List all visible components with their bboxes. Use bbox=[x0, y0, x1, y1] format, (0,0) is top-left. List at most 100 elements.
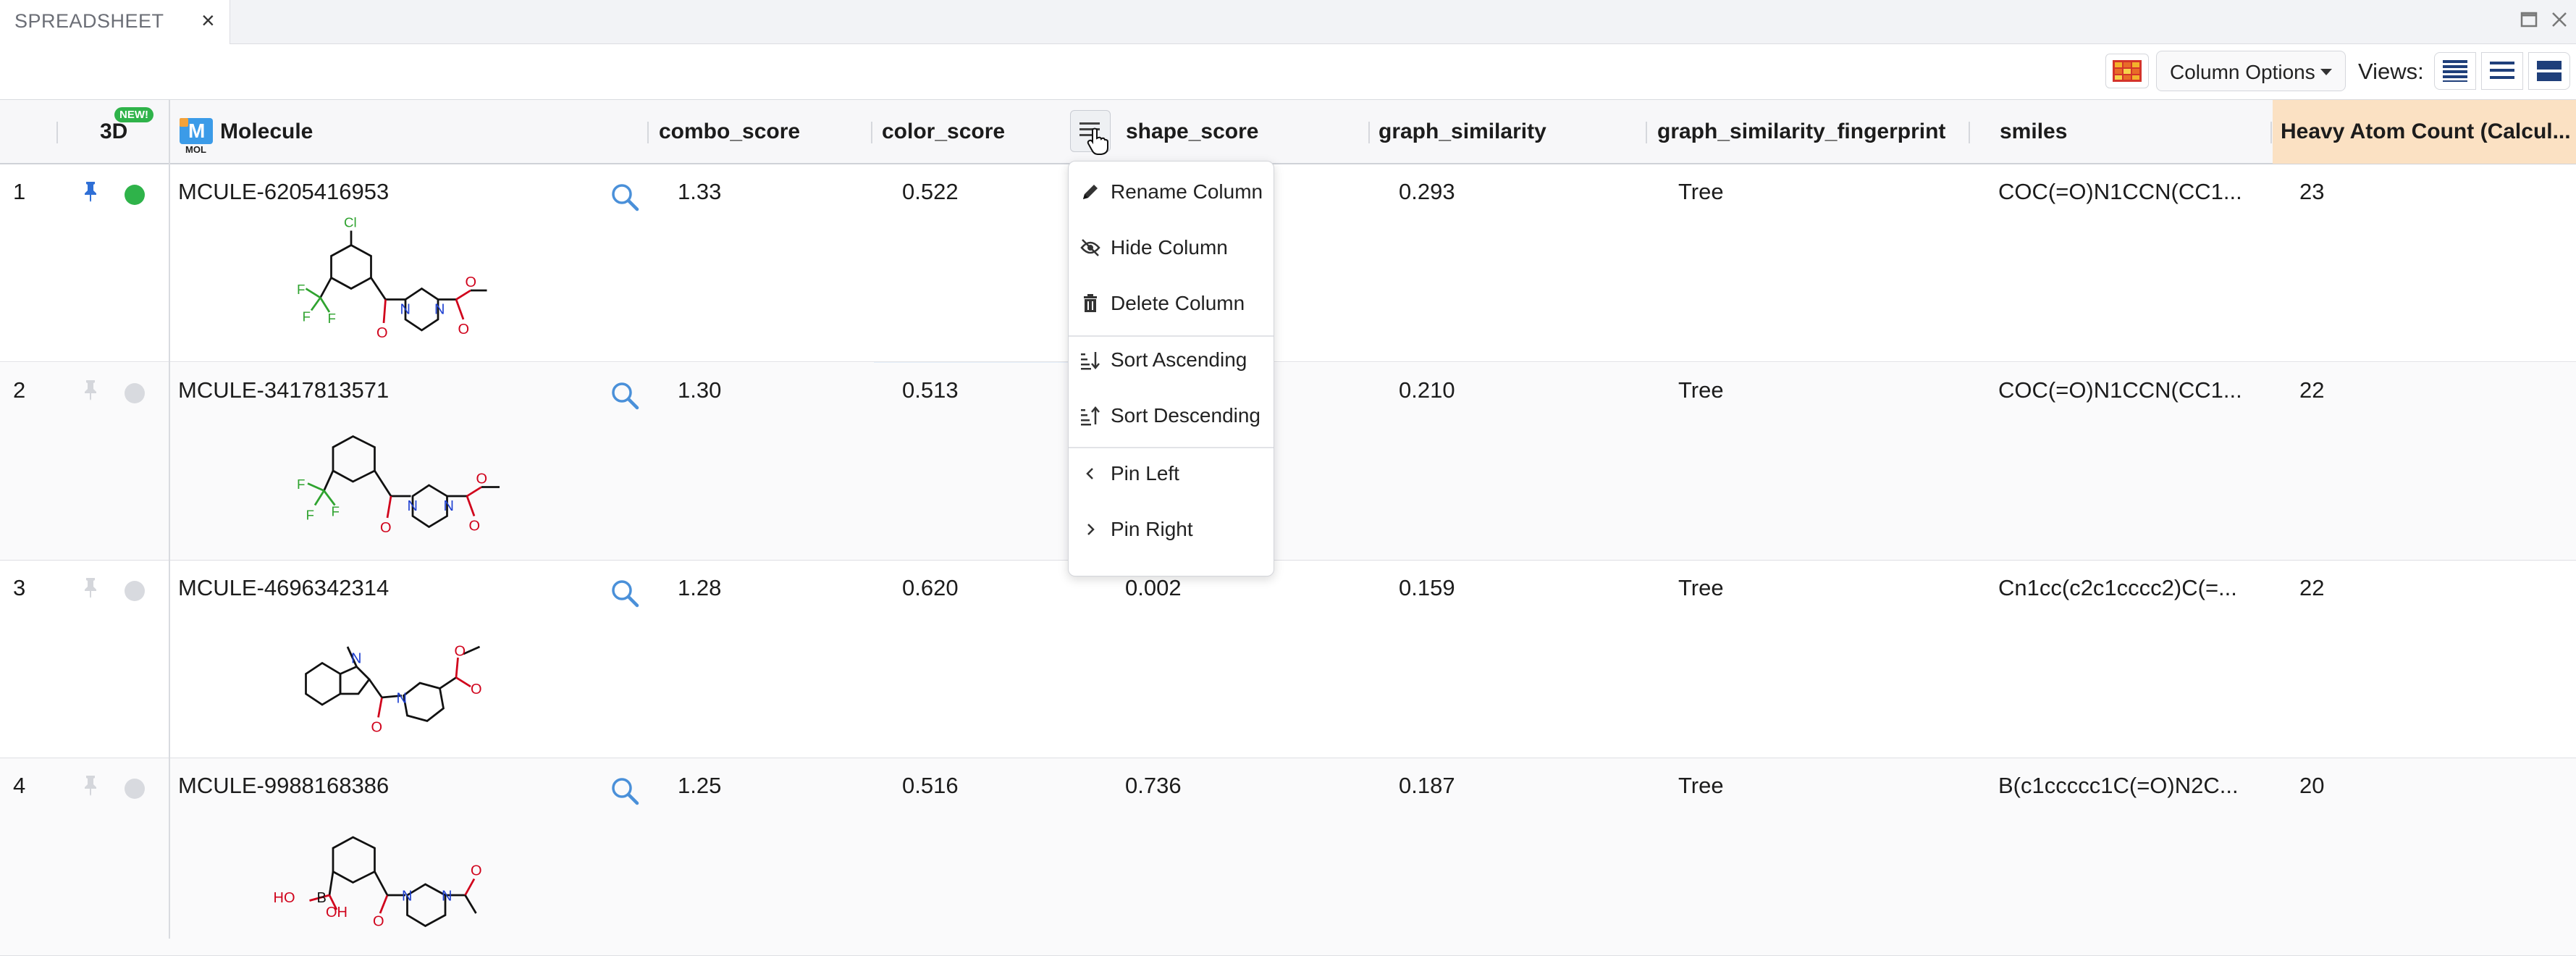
pin-icon[interactable] bbox=[81, 774, 100, 796]
fingerprint-cell[interactable]: Tree bbox=[1678, 773, 1724, 799]
svg-text:O: O bbox=[471, 682, 482, 697]
svg-text:Cl: Cl bbox=[344, 215, 357, 230]
combo-score-cell[interactable]: 1.30 bbox=[678, 377, 721, 403]
svg-text:N: N bbox=[442, 889, 452, 905]
heavy-atom-count-cell[interactable]: 20 bbox=[2299, 773, 2324, 799]
tab-label: SPREADSHEET bbox=[14, 10, 164, 32]
menu-item-rename-column[interactable]: Rename Column bbox=[1069, 167, 1274, 215]
heavy-atom-count-cell[interactable]: 22 bbox=[2299, 377, 2324, 403]
shape-score-cell[interactable]: 0.736 bbox=[1125, 773, 1182, 799]
combo-score-cell[interactable]: 1.33 bbox=[678, 179, 721, 205]
table-row[interactable]: 3 MCULE-4696342314 N O N O O 1.28 0.620 … bbox=[0, 561, 2576, 758]
header-graph-similarity[interactable]: graph_similarity bbox=[1379, 100, 1639, 164]
svg-text:N: N bbox=[351, 651, 361, 667]
maximize-icon[interactable] bbox=[2517, 7, 2541, 32]
svg-text:O: O bbox=[466, 274, 477, 290]
column-options-button[interactable]: Column Options bbox=[2156, 51, 2346, 91]
mol-badge-text: MOL bbox=[185, 144, 206, 155]
svg-text:F: F bbox=[297, 282, 305, 297]
table-row[interactable]: 4 MCULE-9988168386 HO B OH O N N O 1.25 … bbox=[0, 758, 2576, 956]
header-combo-score[interactable]: combo_score bbox=[659, 100, 869, 164]
smiles-cell[interactable]: COC(=O)N1CCN(CC1... bbox=[1998, 179, 2242, 205]
molecule-structure[interactable]: F F F O N N O O bbox=[268, 409, 507, 554]
svg-text:O: O bbox=[469, 519, 481, 534]
molecule-structure[interactable]: N O N O O bbox=[268, 607, 507, 752]
svg-text:O: O bbox=[471, 863, 482, 879]
smiles-cell[interactable]: COC(=O)N1CCN(CC1... bbox=[1998, 377, 2242, 403]
svg-text:N: N bbox=[408, 498, 418, 514]
pin-icon[interactable] bbox=[81, 379, 100, 401]
svg-text:O: O bbox=[380, 520, 392, 536]
search-icon[interactable] bbox=[610, 182, 640, 212]
fingerprint-cell[interactable]: Tree bbox=[1678, 377, 1724, 403]
pin-icon[interactable] bbox=[81, 576, 100, 598]
color-score-cell[interactable]: 0.516 bbox=[902, 773, 959, 799]
fingerprint-cell[interactable]: Tree bbox=[1678, 575, 1724, 601]
graph-similarity-cell[interactable]: 0.187 bbox=[1399, 773, 1455, 799]
svg-text:F: F bbox=[332, 504, 340, 519]
view-normal-button[interactable] bbox=[2481, 52, 2523, 90]
header-smiles[interactable]: smiles bbox=[2000, 100, 2260, 164]
color-score-cell[interactable]: 0.620 bbox=[902, 575, 959, 601]
molecule-structure[interactable]: Cl F F F O N N O O bbox=[268, 211, 507, 356]
header-molecule[interactable]: Molecule bbox=[220, 100, 640, 164]
status-dot-icon[interactable] bbox=[125, 383, 145, 403]
shape-score-cell[interactable]: 0.002 bbox=[1125, 575, 1182, 601]
pin-icon[interactable] bbox=[81, 180, 100, 202]
row-number: 4 bbox=[13, 773, 26, 798]
heavy-atom-count-cell[interactable]: 22 bbox=[2299, 575, 2324, 601]
sort-descending-icon bbox=[1081, 406, 1100, 426]
close-window-icon[interactable] bbox=[2547, 7, 2572, 32]
svg-text:F: F bbox=[306, 508, 314, 523]
menu-divider bbox=[1069, 447, 1274, 448]
status-dot-icon[interactable] bbox=[125, 779, 145, 799]
column-options-label: Column Options bbox=[2170, 61, 2315, 83]
header-color-score[interactable]: color_score bbox=[882, 100, 1056, 164]
svg-text:O: O bbox=[458, 322, 470, 337]
view-compact-button[interactable] bbox=[2434, 52, 2476, 90]
combo-score-cell[interactable]: 1.25 bbox=[678, 773, 721, 799]
smiles-cell[interactable]: B(c1ccccc1C(=O)N2C... bbox=[1998, 773, 2239, 799]
menu-item-sort-descending[interactable]: Sort Descending bbox=[1069, 391, 1274, 439]
menu-item-pin-right[interactable]: Pin Right bbox=[1069, 505, 1274, 553]
heatmap-button[interactable] bbox=[2105, 54, 2149, 88]
tab-spreadsheet[interactable]: SPREADSHEET × bbox=[0, 0, 230, 44]
header-heavy-atom-count[interactable]: Heavy Atom Count (Calcul... bbox=[2281, 100, 2570, 164]
search-icon[interactable] bbox=[610, 776, 640, 806]
table-row[interactable]: 2 MCULE-3417813571 F F F O N N O O 1.30 … bbox=[0, 363, 2576, 561]
graph-similarity-cell[interactable]: 0.210 bbox=[1399, 377, 1455, 403]
svg-text:N: N bbox=[400, 302, 411, 318]
molecule-structure[interactable]: HO B OH O N N O bbox=[268, 805, 507, 949]
svg-text:O: O bbox=[376, 325, 388, 341]
chevron-right-icon bbox=[1087, 524, 1095, 535]
close-tab-icon[interactable]: × bbox=[201, 9, 215, 32]
mol-logo-icon: M MOL bbox=[180, 118, 216, 155]
menu-item-sort-ascending[interactable]: Sort Ascending bbox=[1069, 335, 1274, 383]
caret-down-icon bbox=[2320, 69, 2332, 75]
status-dot-icon[interactable] bbox=[125, 185, 145, 205]
combo-score-cell[interactable]: 1.28 bbox=[678, 575, 721, 601]
menu-item-hide-column[interactable]: Hide Column bbox=[1069, 223, 1274, 271]
header-graph-similarity-fingerprint[interactable]: graph_similarity_fingerprint bbox=[1657, 100, 1969, 164]
column-menu-button[interactable] bbox=[1070, 110, 1111, 155]
color-score-cell[interactable]: 0.513 bbox=[902, 377, 959, 403]
frozen-column-divider bbox=[169, 99, 170, 939]
heavy-atom-count-cell[interactable]: 23 bbox=[2299, 179, 2324, 205]
color-score-cell[interactable]: 0.522 bbox=[902, 179, 959, 205]
table-row[interactable]: 1 MCULE-6205416953 Cl F F F O N N O O 1.… bbox=[0, 164, 2576, 362]
column-context-menu: Rename Column Hide Column Delete Column … bbox=[1068, 161, 1274, 576]
menu-item-delete-column[interactable]: Delete Column bbox=[1069, 279, 1274, 327]
fingerprint-cell[interactable]: Tree bbox=[1678, 179, 1724, 205]
view-large-button[interactable] bbox=[2528, 52, 2570, 90]
svg-text:F: F bbox=[303, 309, 311, 324]
smiles-cell[interactable]: Cn1cc(c2c1cccc2)C(=... bbox=[1998, 575, 2237, 601]
search-icon[interactable] bbox=[610, 380, 640, 411]
svg-text:F: F bbox=[328, 311, 336, 326]
sort-ascending-icon bbox=[1081, 352, 1100, 370]
status-dot-icon[interactable] bbox=[125, 581, 145, 601]
search-icon[interactable] bbox=[610, 578, 640, 608]
menu-item-pin-left[interactable]: Pin Left bbox=[1069, 449, 1274, 497]
graph-similarity-cell[interactable]: 0.293 bbox=[1399, 179, 1455, 205]
graph-similarity-cell[interactable]: 0.159 bbox=[1399, 575, 1455, 601]
header-shape-score[interactable]: shape_score bbox=[1126, 100, 1365, 164]
